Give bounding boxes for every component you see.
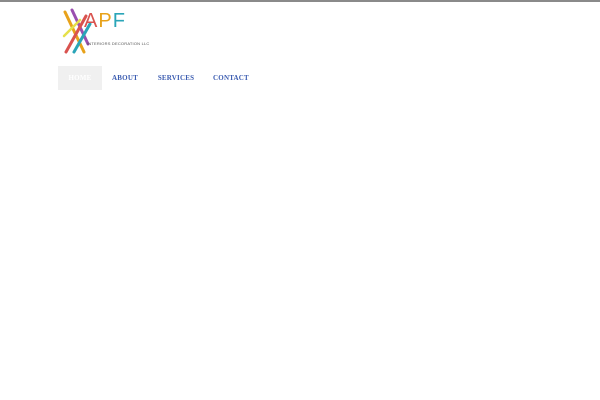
nav-item-services[interactable]: SERVICES: [148, 66, 204, 90]
nav-item-about[interactable]: ABOUT: [102, 66, 148, 90]
top-border: [0, 0, 600, 2]
logo-letter-f: F: [112, 10, 126, 32]
logo-tagline: INTERIORS DECORATION LLC: [87, 41, 150, 46]
logo-letter-a: A: [84, 10, 99, 32]
nav-item-home[interactable]: HOME: [58, 66, 102, 90]
logo-wordmark: A P F: [84, 11, 126, 31]
main-navigation: HOME ABOUT SERVICES CONTACT: [58, 66, 258, 90]
nav-item-contact[interactable]: CONTACT: [204, 66, 258, 90]
logo-letter-p: P: [98, 10, 113, 32]
site-logo[interactable]: A P F INTERIORS DECORATION LLC: [62, 8, 149, 54]
